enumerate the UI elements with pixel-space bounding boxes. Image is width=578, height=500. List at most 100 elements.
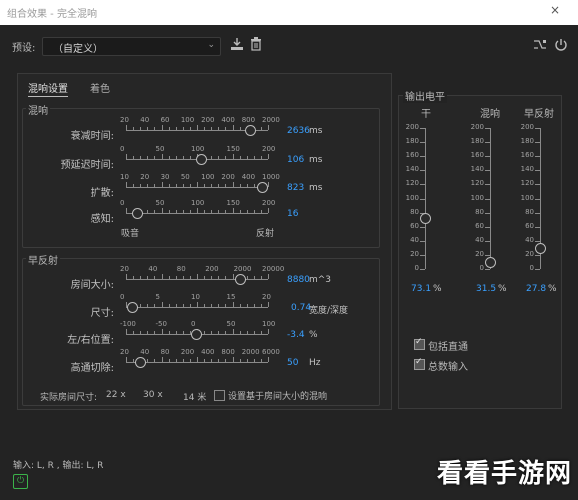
early-tick [140,331,142,334]
sum-inputs-checkbox[interactable] [414,357,425,370]
early-tick-label: 15 [226,293,236,301]
early-track [126,362,268,363]
early-value[interactable]: 8880 [287,275,310,285]
meter-tick [485,240,490,242]
meter-scale-label: 20 [525,249,534,258]
early-tick-label: 20 [262,293,271,301]
early-tick-label: 400 [201,348,215,356]
include-direct-checkbox[interactable] [414,337,425,350]
reverb-tick [189,210,191,213]
reverb-tick [232,182,234,187]
meter-tick [420,170,425,172]
meter-scale-label: 160 [520,151,534,160]
early-label-2: 左/右位置: [67,335,114,346]
meter-tick [485,184,490,186]
power-toggle-icon: ⏻ [17,476,25,486]
early-tick [204,304,206,307]
meter-knob-0[interactable] [420,212,431,224]
reverb-tick [218,210,220,213]
early-tick [225,304,227,307]
tab-coloration[interactable]: 着色 [90,80,110,95]
reverb-tick [189,184,191,187]
early-tick [133,331,135,334]
early-tick [168,276,170,279]
early-tick-label: 200 [180,348,195,356]
early-slider-knob[interactable] [234,274,246,285]
meter-scale-label: 0 [479,264,484,272]
reverb-tick-label: 0 [120,199,125,207]
meter-knob-1[interactable] [485,256,496,268]
meter-tick [420,156,425,158]
reverb-tick [182,210,184,213]
reverb-value[interactable]: 2636 [287,126,310,136]
reverb-tick [197,208,198,213]
meter-scale-label: 160 [470,151,484,160]
reverb-tick [161,182,163,187]
early-tick [232,302,234,307]
early-tick [225,359,227,362]
early-tick [253,359,255,362]
reverb-tick [147,156,149,159]
delete-preset-icon[interactable] [250,37,262,51]
meter-knob-2[interactable] [535,242,546,254]
meter-tick [485,142,490,144]
meter-scale-label: 40 [410,235,419,244]
reverb-tick [239,127,241,130]
early-value[interactable]: 50 [287,358,298,368]
early-tick [218,359,220,362]
meter-value-0[interactable]: 73.1 [411,284,431,294]
reverb-tick-label: 20 [140,173,150,181]
reverb-tick [126,208,127,213]
meter-unit-0: % [433,284,442,294]
reverb-tick [232,154,234,159]
meter-tick [535,184,540,186]
reverb-tick [253,210,255,213]
reverb-tick [260,156,262,159]
early-tick [154,304,156,307]
save-preset-icon[interactable] [230,37,244,51]
meter-scale-label: 180 [470,137,484,146]
meter-scale-label: 20 [475,249,484,258]
reverb-tick [260,127,262,130]
early-slider-knob[interactable] [126,302,138,313]
reverb-tick [268,208,269,213]
tab-reverb-settings[interactable]: 混响设置 [28,80,68,97]
meter-scale-label: 120 [470,179,484,188]
reverb-tick [268,154,269,159]
preset-dropdown[interactable]: （自定义） ⌄ [42,37,221,56]
routing-icon[interactable] [533,39,547,51]
window-title: 组合效果 - 完全混响 [7,9,97,20]
reverb-value[interactable]: 16 [287,209,298,219]
reverb-value[interactable]: 106 [287,155,304,165]
meter-value-1[interactable]: 31.5 [476,284,496,294]
early-tick-label: 50 [226,320,236,328]
reverb-tick [126,182,127,187]
reverb-tick [133,156,135,159]
meter-scale-label: 0 [414,264,419,272]
early-tick [189,359,191,362]
meter-scale-label: 40 [525,235,534,244]
early-tick [147,331,149,334]
reverb-value[interactable]: 823 [287,183,304,193]
power-icon[interactable] [554,38,568,52]
preset-value: （自定义） [53,44,103,55]
reverb-tick [218,156,220,159]
reverb-tick [239,184,241,187]
close-icon[interactable]: × [550,3,560,17]
early-tick [154,359,156,362]
reverb-unit: ms [309,126,323,136]
reverb-tick-label: 800 [241,116,256,124]
title-bar: 组合效果 - 完全混响 × [0,0,578,25]
early-slider-knob[interactable] [190,329,202,340]
reverb-tick [140,156,142,159]
reverb-tick [211,184,213,187]
reverb-slider-knob[interactable] [244,125,256,136]
early-value[interactable]: -3.4 [287,330,305,340]
reverb-tick [211,127,213,130]
set-reverb-by-room-checkbox[interactable] [214,390,225,401]
power-toggle[interactable]: ⏻ [13,474,28,489]
early-tick [211,276,213,279]
meter-value-2[interactable]: 27.8 [526,284,546,294]
meter-scale-label: 200 [520,123,534,131]
meter-tick [535,156,540,158]
